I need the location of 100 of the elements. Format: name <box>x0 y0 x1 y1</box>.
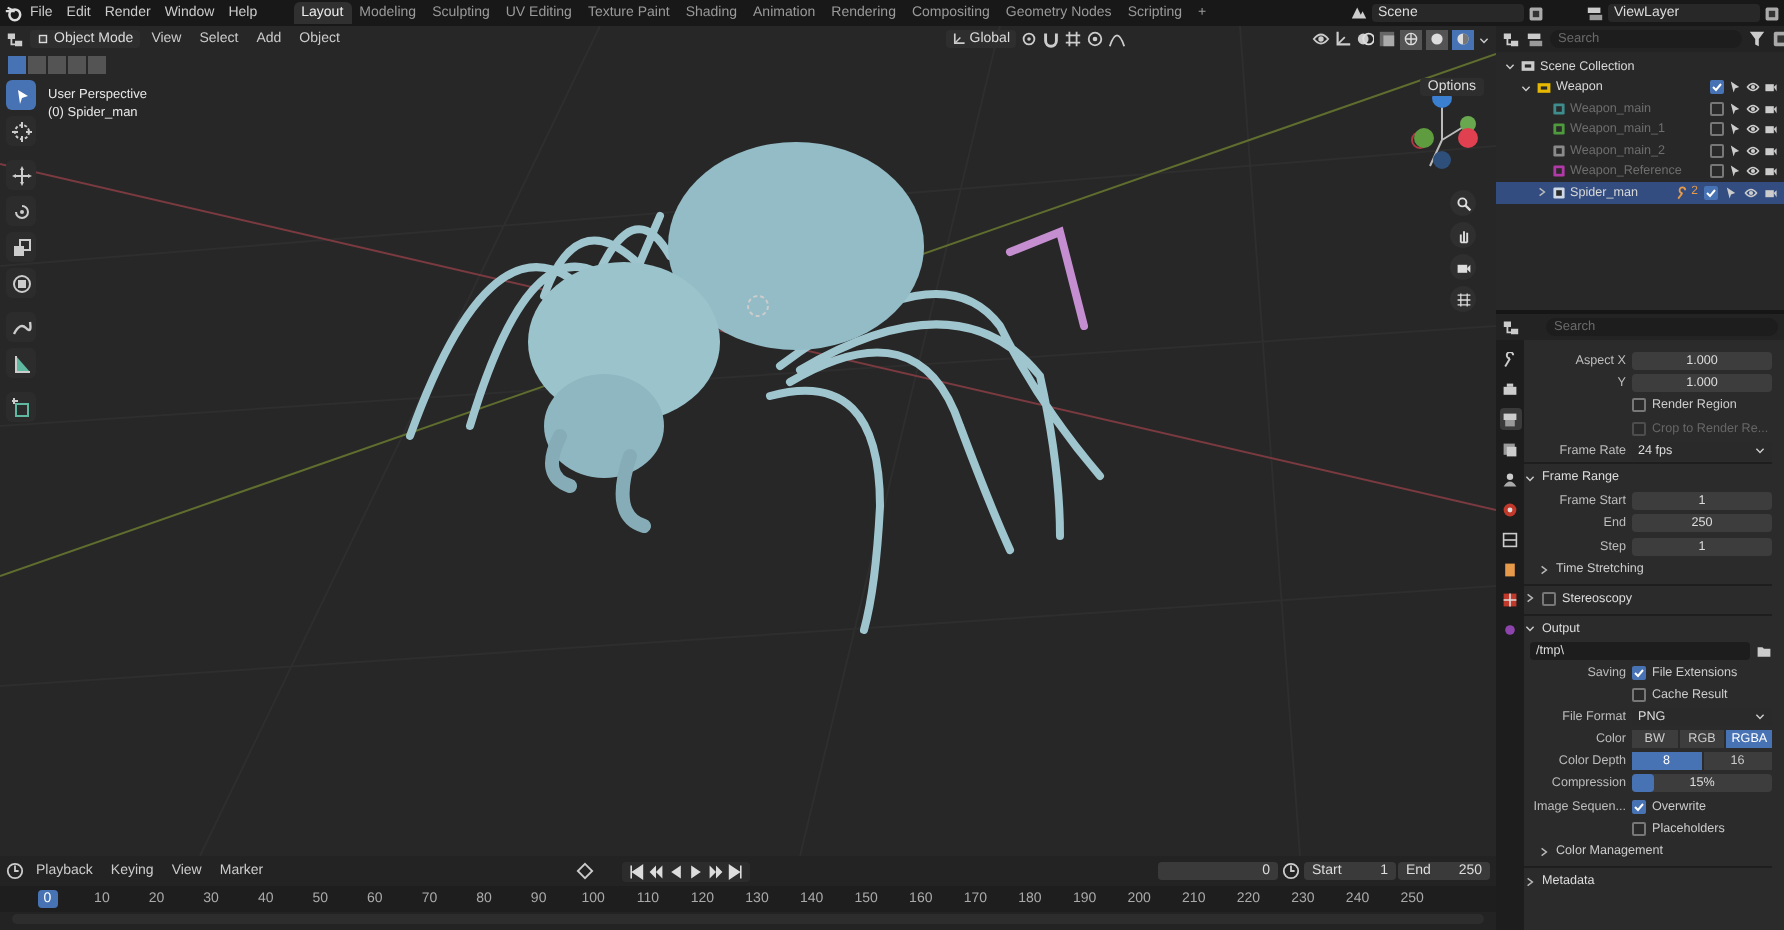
previous-keyframe-icon[interactable] <box>647 863 664 879</box>
shading-button[interactable] <box>1452 29 1474 49</box>
grid-icon <box>1455 291 1471 307</box>
box-icon <box>1502 561 1518 577</box>
camera-icon[interactable] <box>1764 164 1778 179</box>
magnet-icon[interactable] <box>1042 30 1060 48</box>
new-icon[interactable] <box>1764 5 1780 21</box>
exclude-checkbox[interactable] <box>1704 185 1718 200</box>
eye-icon[interactable] <box>1746 122 1760 137</box>
check-icon <box>1634 801 1644 812</box>
stopwatch-icon[interactable] <box>1282 862 1300 880</box>
navigation-button[interactable] <box>1450 286 1476 312</box>
properties-tab[interactable] <box>1499 558 1521 580</box>
tool-button[interactable] <box>6 196 36 226</box>
exclude-checkbox[interactable] <box>1710 164 1724 179</box>
jump-start-icon[interactable] <box>627 863 644 879</box>
caret-icon[interactable] <box>1478 33 1490 45</box>
camera-icon[interactable] <box>1764 101 1778 116</box>
eye-icon[interactable] <box>1746 164 1760 179</box>
tool-button[interactable] <box>6 160 36 190</box>
zoom-icon <box>1455 195 1471 211</box>
check-icon <box>1634 667 1644 678</box>
camera-icon[interactable] <box>1764 122 1778 137</box>
folder-icon[interactable] <box>1756 643 1772 660</box>
eye-icon[interactable] <box>1746 80 1760 95</box>
blender-logo-icon[interactable] <box>4 4 22 22</box>
axes-icon <box>951 32 966 46</box>
play-reverse-icon[interactable] <box>667 863 684 879</box>
display-mode-icon[interactable] <box>1526 30 1544 48</box>
caret-icon <box>1754 443 1766 456</box>
properties-tab[interactable] <box>1499 438 1521 460</box>
proportional-icon[interactable] <box>1086 30 1104 48</box>
jump-end-icon[interactable] <box>727 863 744 879</box>
overlay-icon[interactable] <box>1356 30 1374 48</box>
navigation-button[interactable] <box>1450 254 1476 280</box>
checkbox[interactable] <box>1632 665 1646 680</box>
layers-icon[interactable] <box>1586 4 1604 22</box>
navigation-button[interactable] <box>1450 190 1476 216</box>
disclosure-icon[interactable] <box>1520 81 1532 94</box>
checkbox[interactable] <box>1632 688 1646 703</box>
exclude-checkbox[interactable] <box>1710 80 1724 95</box>
clock-icon[interactable] <box>6 862 24 880</box>
wireframe-icon <box>1404 32 1418 46</box>
tool-button[interactable] <box>6 348 36 378</box>
grid-icon <box>1502 591 1518 607</box>
tool-button[interactable] <box>6 312 36 342</box>
camera-icon[interactable] <box>1764 80 1778 95</box>
eye-icon[interactable] <box>1746 101 1760 116</box>
properties-tab[interactable] <box>1499 378 1521 400</box>
editor-type-icon[interactable] <box>1502 318 1520 336</box>
checkbox[interactable] <box>1632 398 1646 413</box>
exclude-checkbox[interactable] <box>1710 143 1724 158</box>
properties-tab[interactable] <box>1499 588 1521 610</box>
shading-button[interactable] <box>1400 29 1422 49</box>
scene-icon[interactable] <box>1350 4 1368 22</box>
camera-icon[interactable] <box>1764 185 1778 200</box>
ruler-icon <box>11 353 31 373</box>
eye-icon[interactable] <box>1744 185 1758 200</box>
new-icon[interactable] <box>1528 5 1544 21</box>
collection-icon <box>1520 58 1536 75</box>
tool-button[interactable] <box>6 268 36 298</box>
collection-icon <box>1536 79 1552 96</box>
tool-button[interactable] <box>6 80 36 110</box>
eye-icon[interactable] <box>1312 30 1330 48</box>
exclude-checkbox[interactable] <box>1710 101 1724 116</box>
check-icon <box>1712 82 1722 93</box>
properties-tab[interactable] <box>1499 468 1521 490</box>
grid-icon[interactable] <box>1064 30 1082 48</box>
pivot-icon[interactable] <box>1020 30 1038 48</box>
cube-icon <box>36 32 50 46</box>
navigation-button[interactable] <box>1450 222 1476 248</box>
tool-button[interactable] <box>6 116 36 146</box>
rotate-icon <box>11 201 31 221</box>
editor-type-icon[interactable] <box>1502 30 1520 48</box>
checkbox[interactable] <box>1542 591 1556 606</box>
play-icon[interactable] <box>687 863 704 879</box>
falloff-icon[interactable] <box>1108 30 1126 48</box>
properties-tab[interactable] <box>1499 498 1521 520</box>
camera-icon <box>1455 259 1471 275</box>
frame-icon <box>1502 531 1518 547</box>
gizmo-icon[interactable] <box>1334 30 1352 48</box>
checkbox[interactable] <box>1632 799 1646 814</box>
tool-button[interactable] <box>6 392 36 422</box>
disclosure-icon[interactable] <box>1504 60 1516 73</box>
select-mode-button[interactable] <box>8 55 26 73</box>
exclude-checkbox[interactable] <box>1710 122 1724 137</box>
filter-icon[interactable] <box>1748 30 1766 48</box>
next-keyframe-icon[interactable] <box>707 863 724 879</box>
properties-tab[interactable] <box>1499 408 1521 430</box>
transform-icon <box>11 273 31 293</box>
x-ray-icon[interactable] <box>1378 30 1396 48</box>
properties-tab[interactable] <box>1499 528 1521 550</box>
shading-button[interactable] <box>1426 29 1448 49</box>
camera-icon[interactable] <box>1764 143 1778 158</box>
checkbox[interactable] <box>1632 821 1646 836</box>
keyframe-icon[interactable] <box>575 862 594 880</box>
tool-button[interactable] <box>6 232 36 262</box>
editor-type-icon[interactable] <box>6 30 24 48</box>
eye-icon[interactable] <box>1746 143 1760 158</box>
disclosure-icon[interactable] <box>1536 186 1548 199</box>
